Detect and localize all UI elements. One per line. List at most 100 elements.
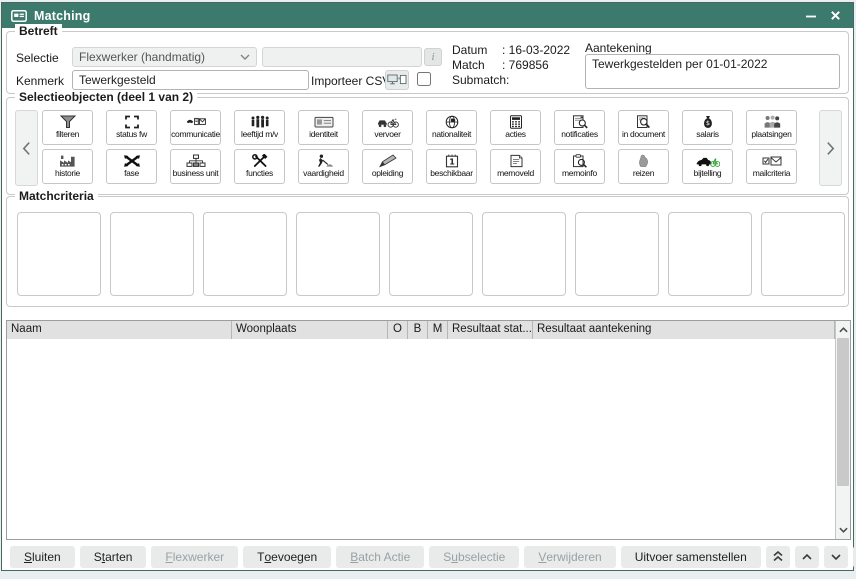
matchcriteria-slots [17, 212, 845, 296]
selectieobject-filteren-button[interactable]: filteren [42, 110, 93, 145]
selectieobject-label: leeftijd m/v [241, 130, 278, 139]
datum-row: Datum : 16-03-2022 [452, 43, 570, 57]
selectieobject-label: opleiding [372, 169, 403, 178]
titlebar: Matching [2, 3, 853, 28]
table-body [7, 339, 835, 539]
selectieobject-beschikbaar-button[interactable]: 1beschikbaar [426, 149, 477, 184]
column-header-woonplaats[interactable]: Woonplaats [232, 321, 388, 339]
subselectie-button[interactable]: Subselectie [429, 546, 519, 568]
batch-actie-button[interactable]: Batch Actie [336, 546, 424, 568]
selectieobject-vaardigheid-button[interactable]: vaardigheid [298, 149, 349, 184]
importeer-csv-label: Importeer CSV [311, 74, 390, 88]
submatch-label: Submatch: [452, 73, 509, 87]
betreft-group-label: Betreft [15, 24, 62, 38]
calculator-icon [506, 115, 526, 129]
matchcriteria-slot-7 [575, 212, 659, 296]
selectieobject-opleiding-button[interactable]: opleiding [362, 149, 413, 184]
matchcriteria-slot-3 [203, 212, 287, 296]
traveler-icon [634, 154, 654, 168]
close-button[interactable] [823, 6, 847, 25]
scrollbar-thumb[interactable] [837, 338, 849, 486]
flexwerker-button[interactable]: Flexwerker [151, 546, 238, 568]
matchcriteria-slot-6 [482, 212, 566, 296]
importeer-csv-button[interactable] [385, 70, 409, 90]
column-header-m[interactable]: M [428, 321, 448, 339]
window-title: Matching [34, 9, 90, 23]
selectieobject-communicatie-button[interactable]: communicatie [170, 110, 221, 145]
selectieobject-leeftijd-m-v-button[interactable]: leeftijd m/v [234, 110, 285, 145]
move-top-button[interactable] [766, 546, 790, 568]
selectieobject-salaris-button[interactable]: $ salaris [682, 110, 733, 145]
selectieobjecten-row-2: historie fase business unit functies vaardig… [42, 149, 797, 184]
matching-window: Matching Betreft Selectie Flexwerker (ha… [1, 2, 854, 571]
column-header-o[interactable]: O [388, 321, 408, 339]
selectieobject-vervoer-button[interactable]: vervoer [362, 110, 413, 145]
scrollbar-up-button[interactable] [836, 322, 850, 338]
in-document-search-icon [634, 115, 654, 129]
datum-value: : 16-03-2022 [502, 43, 570, 57]
selectieobject-label: vervoer [374, 130, 400, 139]
scroll-left-button[interactable] [15, 110, 38, 186]
vertical-scrollbar[interactable] [835, 321, 850, 539]
arrows-x-icon [122, 154, 142, 168]
importeer-csv-checkbox[interactable] [417, 72, 431, 86]
minimize-button[interactable] [799, 6, 823, 25]
selectieobject-in-document-button[interactable]: in document [618, 110, 669, 145]
selectieobject-fase-button[interactable]: fase [106, 149, 157, 184]
car-bicycle-outline-icon [377, 115, 399, 129]
column-header-resultaat-aantekening[interactable]: Resultaat aantekening [533, 321, 835, 339]
selectieobject-status-fw-button[interactable]: status fw [106, 110, 157, 145]
car-bicycle-color-icon [696, 154, 720, 168]
selectieobjecten-grid: filteren status fw communicatie leeftijd m/… [42, 110, 797, 184]
chevron-left-icon [22, 141, 31, 156]
selectieobject-business-unit-button[interactable]: business unit [170, 149, 221, 184]
selectieobject-nationaliteit-button[interactable]: nationaliteit [426, 110, 477, 145]
svg-text:$: $ [705, 120, 709, 128]
selectieobject-label: status fw [116, 130, 147, 139]
move-up-button[interactable] [795, 546, 819, 568]
mail-checkbox-icon [762, 154, 782, 168]
selectieobject-label: salaris [696, 130, 718, 139]
pencil-icon [378, 154, 398, 168]
selectieobject-label: memoveld [497, 169, 534, 178]
match-label: Match [452, 58, 502, 72]
column-header-naam[interactable]: Naam [7, 321, 232, 339]
org-chart-icon [186, 154, 206, 168]
column-header-b[interactable]: B [408, 321, 428, 339]
selectie-extra-field[interactable] [262, 47, 422, 67]
selectie-dropdown[interactable]: Flexwerker (handmatig) [72, 47, 257, 67]
matchcriteria-slot-8 [668, 212, 752, 296]
selectieobject-memoveld-button[interactable]: memoveld [490, 149, 541, 184]
starten-button[interactable]: Starten [80, 546, 147, 568]
selectieobject-memoinfo-button[interactable]: memoinfo [554, 149, 605, 184]
footer-bar: SluitenStartenFlexwerkerToevoegenBatch A… [2, 543, 853, 570]
move-down-button[interactable] [824, 546, 848, 568]
selectie-label: Selectie [16, 51, 59, 65]
matchcriteria-group-label: Matchcriteria [15, 189, 98, 203]
selectieobject-mailcriteria-button[interactable]: mailcriteria [746, 149, 797, 184]
column-header-resultaat-stat[interactable]: Resultaat stat... [448, 321, 533, 339]
sluiten-button[interactable]: Sluiten [10, 546, 75, 568]
selectieobject-identiteit-button[interactable]: identiteit [298, 110, 349, 145]
selectieobject-historie-button[interactable]: historie [42, 149, 93, 184]
selectieobject-label: bijtelling [694, 169, 722, 178]
aantekening-textarea[interactable]: Tewerkgestelden per 01-01-2022 [585, 54, 840, 89]
uitvoer-samenstellen-button[interactable]: Uitvoer samenstellen [621, 546, 761, 568]
selectieobject-reizen-button[interactable]: reizen [618, 149, 669, 184]
verwijderen-button[interactable]: Verwijderen [524, 546, 615, 568]
selectieobject-label: beschikbaar [430, 169, 473, 178]
selectieobject-label: functies [246, 169, 273, 178]
selectieobjecten-group-label: Selectieobjecten (deel 1 van 2) [15, 90, 197, 104]
factory-icon [58, 154, 78, 168]
selectieobject-notificaties-button[interactable]: notificaties [554, 110, 605, 145]
kenmerk-input[interactable] [72, 70, 309, 90]
selectieobject-bijtelling-button[interactable]: bijtelling [682, 149, 733, 184]
selectieobject-acties-button[interactable]: acties [490, 110, 541, 145]
selectieobject-functies-button[interactable]: functies [234, 149, 285, 184]
selectieobject-label: communicatie [171, 130, 220, 139]
scroll-right-button[interactable] [819, 110, 842, 186]
toevoegen-button[interactable]: Toevoegen [243, 546, 331, 568]
info-button[interactable]: i [424, 48, 442, 66]
selectieobject-plaatsingen-button[interactable]: plaatsingen [746, 110, 797, 145]
scrollbar-down-button[interactable] [836, 522, 850, 538]
